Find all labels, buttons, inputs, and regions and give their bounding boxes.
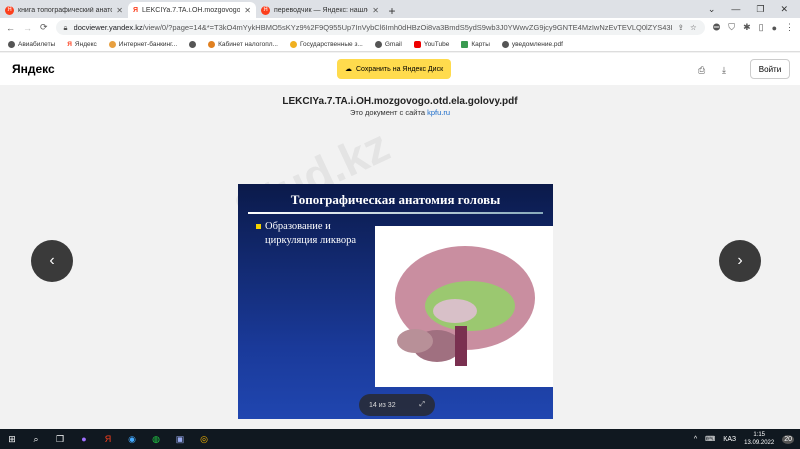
bookmark[interactable]: Кабинет налогопл... (208, 40, 278, 48)
tab-search-icon[interactable]: ⌄ (708, 4, 716, 15)
language-indicator[interactable]: КАЗ (723, 436, 736, 443)
viewer-header: Яндекс ☁ Сохранить на Яндекс Диск ⎙ ⤓ Вой… (0, 53, 800, 85)
bullet-icon (256, 224, 261, 229)
clock[interactable]: 1:15 13.09.2022 (744, 431, 774, 447)
app-icon[interactable]: ● (72, 434, 96, 444)
slide-title: Топографическая анатомия головы (290, 192, 501, 207)
new-tab-button[interactable]: + (384, 4, 400, 18)
bookmark[interactable]: Карты (461, 40, 490, 48)
back-icon[interactable]: ← (6, 23, 15, 33)
address-bar-row: ← → ⟳ 🔒︎ docviewer.yandex.kz/view/0/?page… (0, 18, 800, 37)
fullscreen-icon[interactable]: ⤢ (419, 401, 425, 409)
forward-icon[interactable]: → (23, 23, 32, 33)
tray-chevron-icon[interactable]: ^ (694, 436, 697, 443)
close-icon[interactable]: ✕ (244, 6, 251, 15)
app-icon[interactable]: ▣ (168, 434, 192, 445)
tab-3[interactable]: Япереводчик — Яндекс: нашлос ✕ (256, 2, 384, 18)
extension-icon[interactable]: ⛔︎ (713, 22, 721, 33)
task-view-icon[interactable]: ❒ (48, 434, 72, 445)
divider (248, 212, 543, 214)
bookmark[interactable]: уведомление.pdf (501, 40, 563, 48)
yandex-browser-icon[interactable]: Я (96, 434, 120, 444)
lock-icon: 🔒︎ (63, 22, 68, 32)
star-icon[interactable]: ☆ (690, 23, 697, 32)
slide-page: Топографическая анатомия головы Образова… (238, 184, 553, 419)
globe-icon (374, 40, 382, 48)
close-icon[interactable]: ✕ (116, 6, 123, 15)
bookmark[interactable]: Gmail (374, 40, 402, 48)
bookmarks-bar: Авиабилеты Я Яндекс Интернет-банкинг... К… (0, 37, 800, 52)
yandex-icon: Я (133, 6, 139, 14)
menu-icon[interactable]: ⋮ (785, 22, 794, 33)
bookmark[interactable]: YouTube (413, 40, 449, 48)
tab-2[interactable]: Я LEKCIYa.7.TA.i.OH.mozgovogo.ot ✕ (128, 2, 256, 18)
maximize-button[interactable]: ❐ (756, 4, 764, 15)
youtube-icon (413, 40, 421, 48)
gov-icon (289, 40, 297, 48)
puzzle-icon[interactable]: ✱ (743, 22, 751, 33)
keyboard-icon[interactable]: ⌨ (705, 435, 715, 443)
windows-start-icon[interactable]: ⊞ (0, 434, 24, 445)
sidebar-icon[interactable]: ▯ (759, 22, 764, 33)
shield-icon[interactable]: ⛉ (728, 22, 735, 33)
prev-page-button[interactable]: ‹ (31, 240, 73, 282)
share-icon[interactable]: ⇪ (678, 23, 684, 32)
url-input[interactable]: 🔒︎ docviewer.yandex.kz/view/0/?page=14&*=… (55, 20, 705, 35)
page-indicator: 14 из 32 ⤢ (359, 394, 435, 416)
bookmark[interactable]: Я Яндекс (67, 41, 97, 48)
login-button[interactable]: Войти (750, 59, 790, 79)
disk-icon: ☁ (345, 66, 352, 73)
reload-icon[interactable]: ⟳ (40, 22, 48, 33)
print-icon[interactable]: ⎙ (698, 65, 705, 76)
next-page-button[interactable]: › (719, 240, 761, 282)
bookmark[interactable] (189, 40, 197, 48)
brain-illustration (375, 226, 553, 387)
yandex-icon: Я (67, 40, 72, 48)
whatsapp-icon[interactable]: ◍ (144, 434, 168, 445)
bookmark[interactable]: Интернет-банкинг... (108, 40, 177, 48)
yandex-icon: Я (5, 5, 14, 15)
download-icon[interactable]: ⤓ (722, 65, 726, 76)
document-title: LEKCIYa.7.TA.i.OH.mozgovogo.otd.ela.golo… (282, 96, 518, 107)
notifications-icon[interactable]: 20 (782, 434, 794, 444)
globe-icon (189, 40, 197, 48)
minimize-button[interactable]: — (731, 4, 740, 14)
taskbar: ⊞ ⌕ ❒ ● Я ◉ ◍ ▣ ◎ ^ ⌨ КАЗ 1:15 13.09.2022… (0, 429, 800, 449)
slide-bullet: Образование и циркуляция ликвора (256, 220, 361, 248)
tab-strip: Якнига топографический анатом ✕ Я LEKCIYa.… (0, 0, 800, 18)
globe-icon (8, 40, 15, 48)
document-source: Это документ с сайта kpfu.ru (349, 108, 451, 117)
yandex-icon: Я (261, 5, 270, 15)
save-to-disk-button[interactable]: ☁ Сохранить на Яндекс Диск (337, 59, 452, 79)
bookmark[interactable]: Авиабилеты (8, 40, 55, 48)
tab-1[interactable]: Якнига топографический анатом ✕ (0, 2, 128, 18)
source-link[interactable]: kpfu.ru (427, 108, 450, 117)
close-window-button[interactable]: ✕ (780, 4, 788, 15)
chrome-icon[interactable]: ◎ (192, 434, 216, 445)
globe-icon (501, 40, 509, 48)
maps-icon (461, 40, 469, 48)
tax-icon (208, 40, 216, 48)
yandex-logo[interactable]: Яндекс (12, 62, 55, 76)
app-icon[interactable]: ◉ (120, 434, 144, 445)
profile-avatar[interactable]: ● (772, 23, 777, 33)
close-icon[interactable]: ✕ (372, 6, 379, 15)
search-icon[interactable]: ⌕ (24, 434, 48, 445)
bookmark[interactable]: Государственные з... (289, 40, 363, 48)
bank-icon (108, 40, 116, 48)
